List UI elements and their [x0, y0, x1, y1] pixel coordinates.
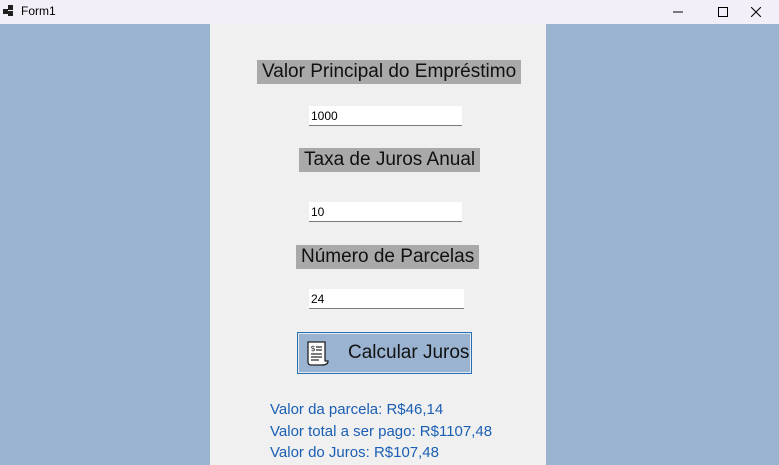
minimize-icon: [673, 11, 683, 13]
receipt-icon: $: [307, 341, 329, 366]
installments-label: Número de Parcelas: [296, 245, 480, 269]
minimize-button[interactable]: [655, 0, 701, 24]
close-button[interactable]: [733, 0, 779, 24]
rate-label: Taxa de Juros Anual: [299, 148, 481, 172]
close-icon: [751, 7, 761, 17]
app-icon: [3, 5, 15, 17]
svg-text:$: $: [311, 344, 316, 353]
principal-label: Valor Principal do Empréstimo: [257, 60, 522, 84]
interest-result: Valor do Juros: R$107,48: [270, 444, 439, 461]
rate-input[interactable]: [309, 202, 462, 222]
maximize-icon: [718, 7, 728, 17]
calculate-button-label: Calcular Juros: [348, 342, 470, 363]
total-result: Valor total a ser pago: R$1107,48: [270, 423, 493, 440]
title-bar: Form1: [0, 0, 779, 24]
installment-result: Valor da parcela: R$46,14: [270, 401, 444, 418]
calculate-button[interactable]: $ Calcular Juros: [297, 332, 472, 374]
window-title: Form1: [21, 4, 56, 18]
principal-input[interactable]: [309, 106, 462, 126]
installments-input[interactable]: [309, 289, 464, 309]
